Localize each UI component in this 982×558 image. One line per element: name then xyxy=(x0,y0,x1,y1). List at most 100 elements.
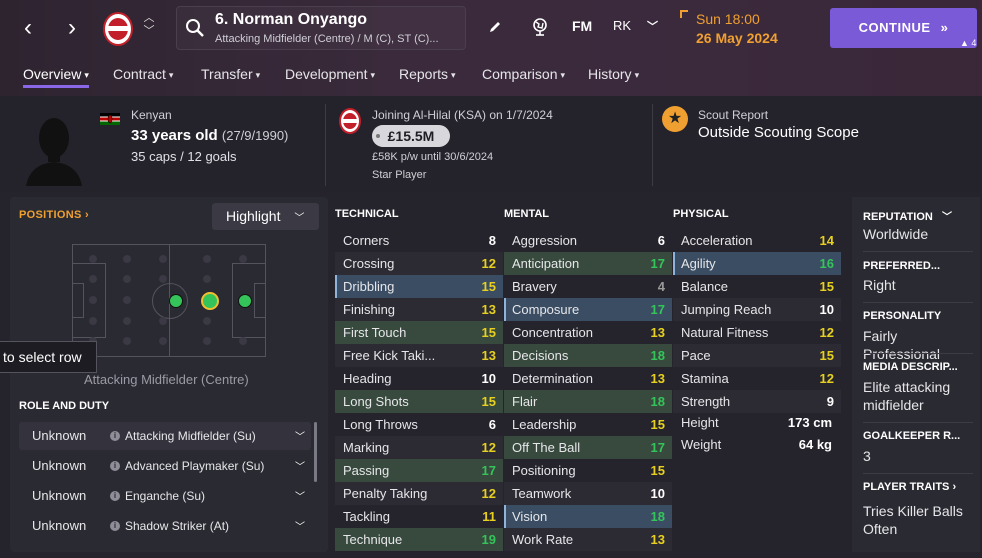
attribute-value: 4 xyxy=(657,279,665,294)
attribute-value: 17 xyxy=(650,256,665,271)
scout-report-value[interactable]: Outside Scouting Scope xyxy=(698,124,859,141)
attribute-name: Teamwork xyxy=(512,486,572,501)
attribute-row[interactable]: Concentration 13 xyxy=(504,321,672,344)
attribute-value: 17 xyxy=(650,302,665,317)
attribute-name: Flair xyxy=(512,394,538,409)
role-row[interactable]: Unknown i Enganche (Su) ﹀ xyxy=(19,482,311,510)
attribute-row[interactable]: Crossing 12 xyxy=(335,252,503,275)
back-arrow-icon[interactable]: ‹ xyxy=(16,14,40,42)
club-crest-icon[interactable] xyxy=(339,108,361,134)
attribute-row[interactable]: Long Throws 6 xyxy=(335,413,503,436)
attribute-row[interactable]: Flair 18 xyxy=(504,390,672,413)
attribute-row[interactable]: Pace 15 xyxy=(673,344,841,367)
info-icon: i xyxy=(110,431,120,441)
attribute-row[interactable]: Tackling 11 xyxy=(335,505,503,528)
attribute-row[interactable]: Finishing 13 xyxy=(335,298,503,321)
info-icon: i xyxy=(110,521,120,531)
transfer-joining[interactable]: Joining Al-Hilal (KSA) on 1/7/2024 xyxy=(372,108,553,122)
attribute-name: Pace xyxy=(681,348,711,363)
reputation-header[interactable]: REPUTATION ﹀ xyxy=(863,208,952,223)
attribute-row[interactable]: Heading 10 xyxy=(335,367,503,390)
role-row[interactable]: Unknown i Advanced Playmaker (Su) ﹀ xyxy=(19,452,311,480)
attribute-row[interactable]: Determination 13 xyxy=(504,367,672,390)
attribute-row[interactable]: Corners 8 xyxy=(335,229,503,252)
attribute-row[interactable]: Leadership 15 xyxy=(504,413,672,436)
prev-next-player-icon[interactable]: ︿ ﹀ xyxy=(142,12,156,38)
role-row[interactable]: Unknown i Shadow Striker (At) ﹀ xyxy=(19,512,311,540)
rk-button[interactable]: RK xyxy=(613,18,631,33)
squad-status: Star Player xyxy=(372,169,427,181)
club-crest-icon[interactable] xyxy=(103,12,133,46)
tab-contract[interactable]: Contract ▾ xyxy=(113,62,173,88)
attribute-row[interactable]: Aggression 6 xyxy=(504,229,672,252)
attribute-name: Long Shots xyxy=(343,394,409,409)
attribute-row[interactable]: Technique 19 xyxy=(335,528,503,551)
tab-transfer[interactable]: Transfer ▾ xyxy=(201,62,260,88)
divider xyxy=(325,104,326,186)
tab-development[interactable]: Development ▾ xyxy=(285,62,375,88)
role-row[interactable]: Unknown i Attacking Midfielder (Su) ﹀ xyxy=(19,422,311,450)
game-date[interactable]: Sun 18:00 26 May 2024 xyxy=(680,8,810,50)
attribute-row[interactable]: Teamwork 10 xyxy=(504,482,672,505)
attribute-row[interactable]: Free Kick Taki... 13 xyxy=(335,344,503,367)
attribute-row[interactable]: Agility 16 xyxy=(673,252,841,275)
attribute-name: Agility xyxy=(681,256,716,271)
forward-arrow-icon[interactable]: › xyxy=(60,14,84,42)
attribute-row[interactable]: Stamina 12 xyxy=(673,367,841,390)
attribute-row[interactable]: Positioning 15 xyxy=(504,459,672,482)
attribute-value: 12 xyxy=(481,486,496,501)
attribute-row[interactable]: Passing 17 xyxy=(335,459,503,482)
positions-title[interactable]: POSITIONS › xyxy=(19,209,89,221)
double-chevron-right-icon: » xyxy=(940,20,949,35)
continue-button[interactable]: CONTINUE » xyxy=(830,8,977,48)
attribute-row[interactable]: Vision 18 xyxy=(504,505,672,528)
attribute-value: 13 xyxy=(650,371,665,386)
personality-value: Fairly Professional xyxy=(863,328,941,362)
attribute-name: Stamina xyxy=(681,371,729,386)
attribute-value: 11 xyxy=(482,509,496,524)
scout-report-label: Scout Report xyxy=(698,108,769,122)
tab-reports[interactable]: Reports ▾ xyxy=(399,62,456,88)
player-traits-header[interactable]: PLAYER TRAITS › xyxy=(863,481,956,493)
attribute-row[interactable]: Anticipation 17 xyxy=(504,252,672,275)
attribute-row[interactable]: Acceleration 14 xyxy=(673,229,841,252)
attribute-row[interactable]: Jumping Reach 10 xyxy=(673,298,841,321)
attribute-row[interactable]: Bravery 4 xyxy=(504,275,672,298)
player-search-box[interactable]: 6. Norman Onyango Attacking Midfielder (… xyxy=(176,6,466,50)
attribute-name: Free Kick Taki... xyxy=(343,348,436,363)
attribute-name: Determination xyxy=(512,371,593,386)
highlight-dropdown[interactable]: Highlight ﹀ xyxy=(212,203,319,230)
attribute-row[interactable]: Work Rate 13 xyxy=(504,528,672,551)
game-date-value: 26 May 2024 xyxy=(696,30,778,46)
attribute-row[interactable]: Penalty Taking 12 xyxy=(335,482,503,505)
position-dot-m-c xyxy=(169,294,183,308)
attribute-value: 16 xyxy=(819,256,834,271)
attribute-row[interactable]: Natural Fitness 12 xyxy=(673,321,841,344)
attribute-value: 13 xyxy=(650,532,665,547)
attribute-row[interactable]: Marking 12 xyxy=(335,436,503,459)
chevron-right-icon: › xyxy=(84,209,89,221)
height-row: Height 173 cm xyxy=(681,415,832,430)
attribute-row[interactable]: Balance 15 xyxy=(673,275,841,298)
attribute-value: 6 xyxy=(657,233,665,248)
player-age: 33 years old (27/9/1990) xyxy=(131,127,289,144)
attribute-row[interactable]: Long Shots 15 xyxy=(335,390,503,413)
tab-comparison[interactable]: Comparison ▾ xyxy=(482,62,565,88)
tab-overview[interactable]: Overview ▾ xyxy=(23,62,89,88)
attribute-row[interactable]: Composure 17 xyxy=(504,298,672,321)
globe-icon[interactable] xyxy=(531,17,549,37)
attribute-value: 15 xyxy=(481,394,496,409)
info-icon: i xyxy=(110,461,120,471)
attribute-row[interactable]: Decisions 18 xyxy=(504,344,672,367)
attribute-row[interactable]: Dribbling 15 xyxy=(335,275,503,298)
scrollbar[interactable] xyxy=(314,422,317,482)
fm-button[interactable]: FM xyxy=(572,18,592,34)
attribute-row[interactable]: First Touch 15 xyxy=(335,321,503,344)
edit-icon[interactable] xyxy=(488,20,502,34)
tab-history[interactable]: History ▾ xyxy=(588,62,639,88)
chevron-down-icon[interactable]: ﹀ xyxy=(647,18,658,34)
attribute-row[interactable]: Strength 9 xyxy=(673,390,841,413)
attribute-row[interactable]: Off The Ball 17 xyxy=(504,436,672,459)
attribute-name: Marking xyxy=(343,440,390,455)
chevron-down-icon: ﹀ xyxy=(294,213,305,224)
